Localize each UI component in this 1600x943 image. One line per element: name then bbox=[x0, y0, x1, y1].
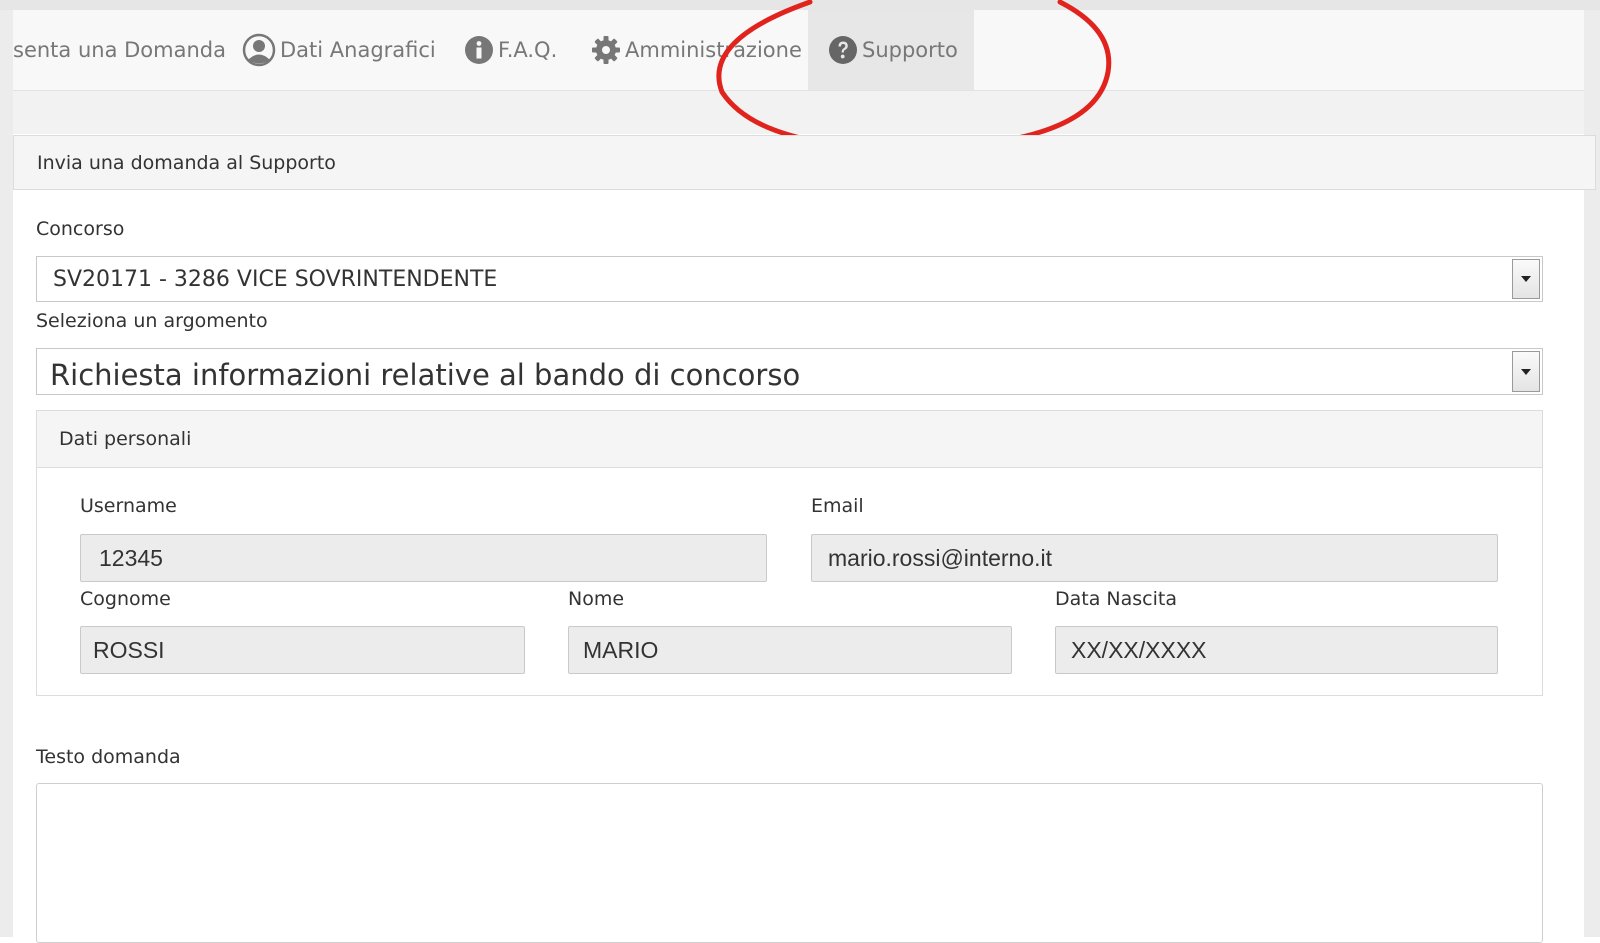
argomento-selected-value: Richiesta informazioni relative al bando… bbox=[50, 358, 801, 392]
left-border bbox=[0, 10, 13, 937]
data-nascita-field[interactable]: XX/XX/XXXX bbox=[1055, 626, 1498, 674]
gear-icon bbox=[591, 35, 621, 65]
chevron-down-icon[interactable] bbox=[1512, 259, 1540, 299]
nav-item-label: F.A.Q. bbox=[498, 38, 558, 62]
cognome-label: Cognome bbox=[80, 588, 171, 610]
nav-item-presenta-domanda[interactable]: senta una Domanda bbox=[13, 10, 226, 90]
email-field[interactable]: mario.rossi@interno.it bbox=[811, 534, 1498, 582]
testo-domanda-label: Testo domanda bbox=[36, 746, 181, 768]
nome-field[interactable]: MARIO bbox=[568, 626, 1012, 674]
argomento-select[interactable]: Richiesta informazioni relative al bando… bbox=[36, 348, 1543, 395]
cognome-field[interactable]: ROSSI bbox=[80, 626, 525, 674]
chevron-down-icon[interactable] bbox=[1512, 351, 1540, 392]
concorso-select[interactable]: SV20171 - 3286 VICE SOVRINTENDENTE bbox=[36, 256, 1543, 302]
username-label: Username bbox=[80, 495, 177, 517]
email-value: mario.rossi@interno.it bbox=[828, 544, 1053, 571]
argomento-label: Seleziona un argomento bbox=[36, 310, 268, 332]
username-value: 12345 bbox=[99, 544, 163, 571]
panel-title: Invia una domanda al Supporto bbox=[13, 135, 1596, 190]
nav-item-label: Dati Anagrafici bbox=[280, 38, 436, 62]
nav-item-faq[interactable]: F.A.Q. bbox=[464, 10, 557, 90]
concorso-label: Concorso bbox=[36, 218, 125, 240]
concorso-selected-value: SV20171 - 3286 VICE SOVRINTENDENTE bbox=[53, 266, 498, 292]
cognome-value: ROSSI bbox=[93, 636, 165, 663]
nav-item-dati-anagrafici[interactable]: Dati Anagrafici bbox=[242, 10, 436, 90]
data-nascita-value: XX/XX/XXXX bbox=[1071, 636, 1207, 663]
nome-label: Nome bbox=[568, 588, 625, 610]
data-nascita-label: Data Nascita bbox=[1055, 588, 1177, 610]
personal-data-title: Dati personali bbox=[37, 411, 1542, 468]
nome-value: MARIO bbox=[583, 636, 659, 663]
email-label: Email bbox=[811, 495, 864, 517]
username-field[interactable]: 12345 bbox=[80, 534, 767, 582]
user-circle-icon bbox=[242, 33, 276, 67]
info-circle-icon bbox=[464, 35, 494, 65]
nav-item-label: senta una Domanda bbox=[13, 38, 226, 62]
testo-domanda-textarea[interactable] bbox=[36, 783, 1543, 943]
